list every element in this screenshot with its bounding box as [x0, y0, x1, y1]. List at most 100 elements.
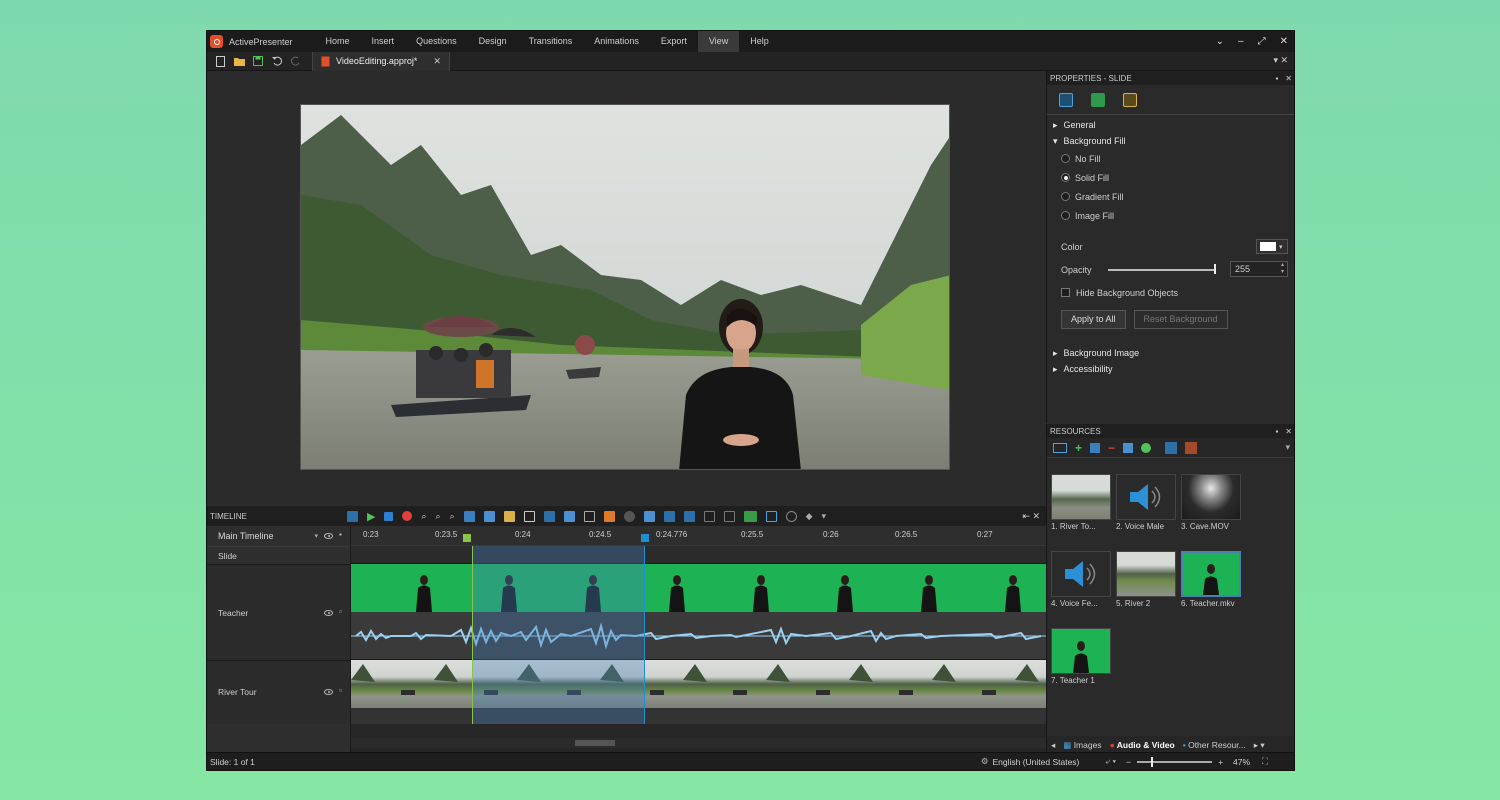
- split-icon[interactable]: [463, 510, 475, 522]
- teacher-audio-waveform[interactable]: [351, 612, 1046, 660]
- range-start-line[interactable]: [472, 546, 473, 724]
- playhead-marker-icon[interactable]: [641, 534, 649, 542]
- resource-item[interactable]: 1. River To...: [1051, 474, 1111, 531]
- redo-icon[interactable]: [290, 55, 302, 67]
- resource-item[interactable]: 4. Voice Fe...: [1051, 551, 1111, 608]
- open-folder-icon[interactable]: [233, 55, 245, 67]
- panel-close-icon[interactable]: ✕: [1285, 427, 1292, 436]
- radio-gradient-fill[interactable]: Gradient Fill: [1047, 187, 1294, 206]
- resource-item[interactable]: 3. Cave.MOV: [1181, 474, 1241, 531]
- tab-transition-icon[interactable]: [1091, 92, 1105, 107]
- speed-icon[interactable]: [603, 510, 615, 522]
- zoom-in-icon[interactable]: ⌕: [421, 511, 426, 522]
- rotate-icon[interactable]: [785, 510, 797, 522]
- lock-icon[interactable]: ▫: [339, 686, 342, 695]
- minimize-button[interactable]: –: [1238, 36, 1244, 47]
- slide-track[interactable]: [351, 546, 1046, 564]
- chroma-key-icon[interactable]: [765, 510, 777, 522]
- main-timeline-selector[interactable]: Main Timeline ▾: [218, 530, 318, 542]
- menu-design[interactable]: Design: [468, 31, 518, 52]
- export-resource-icon[interactable]: [1123, 442, 1134, 453]
- resource-item[interactable]: 5. River 2: [1116, 551, 1176, 608]
- audio-waveform-icon[interactable]: [703, 510, 715, 522]
- time-ruler[interactable]: 0:23 0:23.5 0:24 0:24.5 0:24.776 0:25.5 …: [351, 526, 1046, 546]
- scrollbar-thumb[interactable]: [575, 740, 615, 746]
- view-mode-icon[interactable]: [1053, 442, 1067, 453]
- eye-icon[interactable]: [324, 610, 333, 616]
- fade-out-icon[interactable]: [683, 510, 695, 522]
- radio-image-fill[interactable]: Image Fill: [1047, 206, 1294, 225]
- hide-bg-row[interactable]: Hide Background Objects: [1047, 281, 1294, 304]
- close-button[interactable]: ✕: [1280, 36, 1288, 47]
- eye-icon[interactable]: [324, 689, 333, 695]
- play-icon[interactable]: ▶: [367, 510, 375, 523]
- opacity-slider-handle[interactable]: [1214, 264, 1216, 274]
- color-picker[interactable]: ▾: [1256, 239, 1288, 254]
- zoom-in-button[interactable]: +: [1218, 757, 1223, 767]
- more-options-icon[interactable]: ▾: [1285, 442, 1290, 453]
- delete-unused-icon[interactable]: [1185, 441, 1198, 454]
- selection-range[interactable]: [472, 546, 644, 724]
- radio-solid-fill[interactable]: Solid Fill: [1047, 168, 1294, 187]
- pin-icon[interactable]: ▪: [1275, 74, 1278, 83]
- opacity-input[interactable]: 255 ▴ ▾: [1230, 261, 1288, 277]
- remove-icon[interactable]: −: [1108, 441, 1115, 455]
- resource-item-selected[interactable]: 6. Teacher.mkv: [1181, 551, 1241, 608]
- language-label[interactable]: English (United States): [992, 757, 1079, 767]
- pin-icon[interactable]: ▪: [1275, 427, 1278, 436]
- closed-caption-icon[interactable]: [743, 510, 757, 522]
- lock-icon[interactable]: ▫: [339, 607, 342, 616]
- radio-button[interactable]: [1061, 211, 1070, 220]
- fit-icon[interactable]: ⛶: [1262, 756, 1268, 767]
- record-icon[interactable]: [402, 511, 413, 521]
- delete-range-icon[interactable]: [583, 510, 595, 522]
- new-file-icon[interactable]: [214, 55, 226, 67]
- tab-images[interactable]: ▦ Images: [1063, 740, 1101, 751]
- undo-icon[interactable]: [271, 55, 283, 67]
- document-tab[interactable]: VideoEditing.approj* ✕: [312, 51, 450, 71]
- apply-to-all-button[interactable]: Apply to All: [1061, 309, 1126, 329]
- volume-icon[interactable]: [643, 510, 655, 522]
- panel-close-icon[interactable]: ✕: [1285, 74, 1292, 83]
- section-background-fill[interactable]: ▾ Background Fill: [1047, 133, 1294, 149]
- stop-icon[interactable]: [384, 511, 394, 521]
- playhead-line[interactable]: [644, 546, 645, 724]
- add-icon[interactable]: +: [1075, 441, 1082, 455]
- eye-icon[interactable]: [324, 533, 333, 539]
- join-icon[interactable]: [483, 510, 495, 522]
- tab-interaction-icon[interactable]: [1123, 92, 1137, 107]
- cut-icon[interactable]: [503, 510, 515, 522]
- tab-other-resources[interactable]: ▪ Other Resour...: [1183, 740, 1246, 750]
- crop-icon[interactable]: [523, 510, 535, 522]
- menu-help[interactable]: Help: [739, 31, 780, 52]
- layers-icon[interactable]: [347, 510, 358, 522]
- save-icon[interactable]: [252, 55, 264, 67]
- tab-audio-video[interactable]: ● Audio & Video: [1110, 740, 1175, 750]
- lock-icon[interactable]: ▪: [339, 530, 342, 539]
- hide-bg-checkbox[interactable]: [1061, 288, 1070, 297]
- toolbar-overflow-icon[interactable]: ▾ ✕: [1273, 55, 1288, 66]
- section-general[interactable]: ▸ General: [1047, 117, 1294, 133]
- menu-insert[interactable]: Insert: [361, 31, 406, 52]
- menu-animations[interactable]: Animations: [583, 31, 650, 52]
- fade-in-icon[interactable]: [663, 510, 675, 522]
- zoom-slider-handle[interactable]: [1151, 756, 1154, 767]
- add-marker-icon[interactable]: ◆: [806, 511, 813, 522]
- section-accessibility[interactable]: ▸ Accessibility: [1047, 361, 1294, 377]
- freeze-icon[interactable]: [563, 510, 575, 522]
- info-icon[interactable]: [1141, 442, 1152, 453]
- more-tools-icon[interactable]: ▾: [822, 511, 827, 522]
- menu-export[interactable]: Export: [650, 31, 698, 52]
- scroll-right-icon[interactable]: ▸ ▾: [1254, 740, 1265, 751]
- section-background-image[interactable]: ▸ Background Image: [1047, 345, 1294, 361]
- zoom-slider[interactable]: [1137, 756, 1213, 767]
- menu-view[interactable]: View: [697, 31, 740, 52]
- menu-transitions[interactable]: Transitions: [518, 31, 584, 52]
- start-marker-icon[interactable]: [463, 534, 471, 542]
- zoom-out-icon[interactable]: ⌕: [436, 511, 441, 522]
- tab-slide-properties-icon[interactable]: [1059, 92, 1073, 107]
- radio-button[interactable]: [1061, 192, 1070, 201]
- radio-no-fill[interactable]: No Fill: [1047, 149, 1294, 168]
- radio-button[interactable]: [1061, 154, 1070, 163]
- menu-questions[interactable]: Questions: [405, 31, 468, 52]
